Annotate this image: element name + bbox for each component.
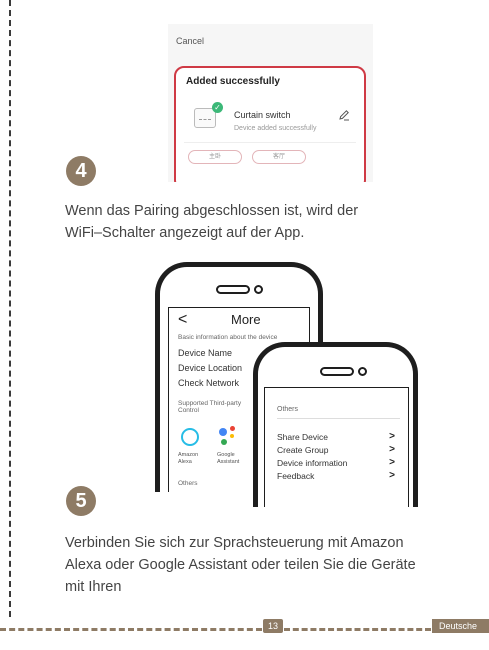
alexa-label-2: Alexa [178, 459, 192, 465]
menu-device-name[interactable]: Device Name [178, 348, 232, 358]
phone-camera [358, 367, 367, 376]
menu-device-information[interactable]: Device information > [277, 457, 395, 468]
device-information-label: Device information [277, 458, 348, 468]
others-header: Others [277, 406, 299, 413]
device-name: Curtain switch [234, 110, 291, 120]
step-5-line-1: Verbinden Sie sich zur Sprachsteuerung m… [65, 535, 404, 551]
step-4-line-1: Wenn das Pairing abgeschlossen ist, wird… [65, 203, 359, 219]
menu-device-location[interactable]: Device Location [178, 363, 242, 373]
alexa-icon[interactable] [181, 428, 199, 446]
step-5-badge: 5 [66, 486, 96, 516]
added-title: Added successfully [186, 76, 280, 87]
step-5-text: Verbinden Sie sich zur Sprachsteuerung m… [65, 532, 416, 598]
chevron-right-icon: > [389, 457, 395, 468]
page-number: 13 [263, 619, 283, 633]
room-button-living-room[interactable]: 客厅 [252, 150, 306, 164]
step-5-line-2: Alexa oder Google Assistant oder teilen … [65, 557, 416, 573]
basic-info-header: Basic information about the device [178, 334, 278, 341]
phone-screen-others: Others Share Device > Create Group > Dev… [264, 387, 409, 507]
menu-share-device[interactable]: Share Device > [277, 431, 395, 442]
phone-speaker [216, 285, 250, 294]
card-divider [184, 142, 356, 143]
phone-camera [254, 285, 263, 294]
create-group-label: Create Group [277, 445, 329, 455]
alexa-label-1: Amazon [178, 452, 199, 458]
language-tag: Deutsche [432, 619, 489, 633]
added-card: Added successfully ✓ Curtain switch Devi… [174, 66, 366, 182]
step-4-line-2: WiFi–Schalter angezeigt auf der App. [65, 225, 305, 241]
menu-create-group[interactable]: Create Group > [277, 444, 395, 455]
more-title: More [231, 312, 261, 327]
feedback-label: Feedback [277, 471, 315, 481]
chevron-right-icon: > [389, 470, 395, 481]
chevron-right-icon: > [389, 431, 395, 442]
google-assistant-icon[interactable] [219, 426, 243, 448]
phone-speaker [320, 367, 354, 376]
pencil-icon[interactable] [338, 109, 350, 121]
back-arrow-icon[interactable]: < [178, 311, 187, 329]
footer-dash-right [284, 628, 431, 631]
step-5-line-3: mit Ihren [65, 579, 122, 595]
left-margin-dash [9, 0, 11, 617]
device-status: Device added successfully [234, 125, 317, 132]
others-header-back: Others [178, 480, 198, 487]
cancel-link[interactable]: Cancel [176, 36, 204, 46]
menu-feedback[interactable]: Feedback > [277, 470, 395, 481]
third-party-header-2: Control [178, 407, 199, 414]
step-4-badge: 4 [66, 156, 96, 186]
phone-others-menu: Others Share Device > Create Group > Dev… [253, 342, 418, 507]
step-4-text: Wenn das Pairing abgeschlossen ist, wird… [65, 200, 358, 244]
added-successfully-screenshot: Cancel Added successfully ✓ Curtain swit… [168, 24, 373, 182]
others-divider [277, 418, 400, 419]
room-button-bedroom[interactable]: 主卧 [188, 150, 242, 164]
third-party-header-1: Supported Third-party [178, 400, 242, 407]
footer-dash-left [0, 628, 262, 631]
menu-check-network[interactable]: Check Network [178, 378, 239, 388]
google-label-1: Google [217, 452, 235, 458]
share-device-label: Share Device [277, 432, 329, 442]
google-label-2: Assistant [217, 459, 240, 465]
check-icon: ✓ [212, 102, 223, 113]
chevron-right-icon: > [389, 444, 395, 455]
